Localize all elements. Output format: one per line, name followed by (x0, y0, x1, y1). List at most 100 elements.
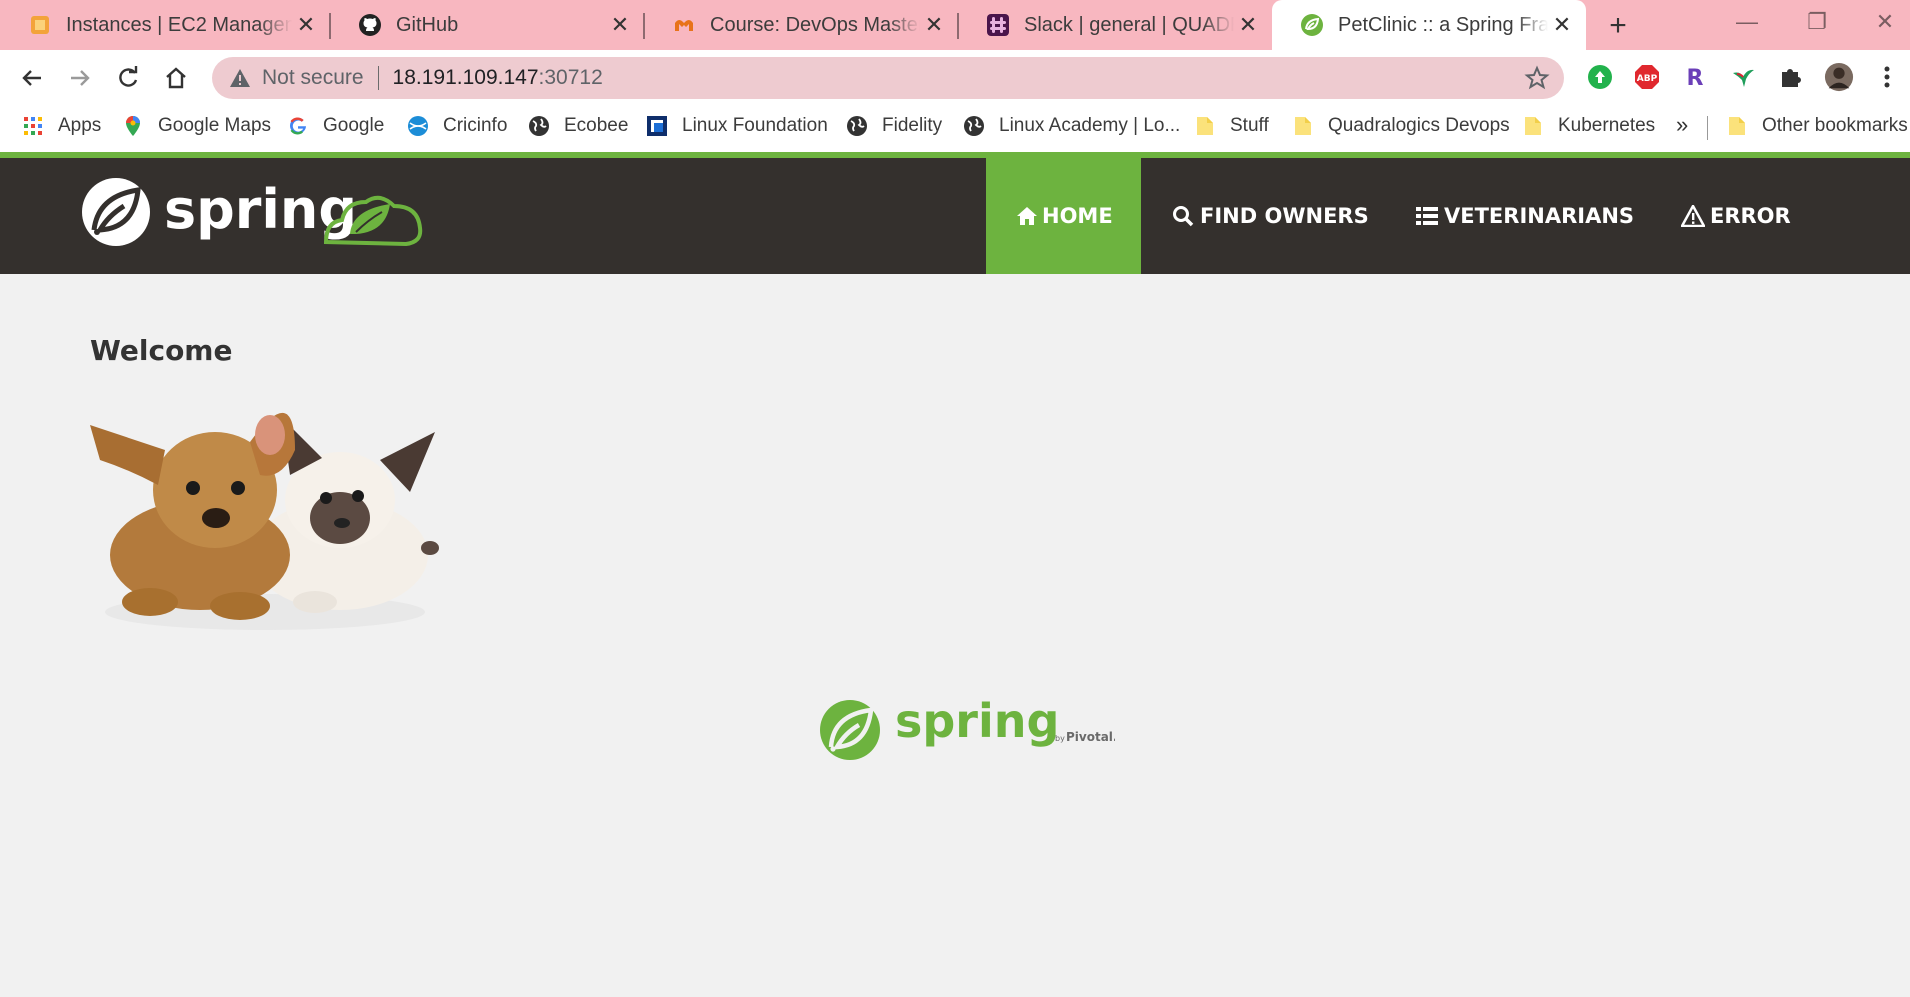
forward-button[interactable] (62, 60, 98, 96)
bookmark-google-maps[interactable]: Google Maps (122, 106, 271, 146)
globe-icon (528, 115, 550, 137)
linux-foundation-icon (646, 115, 668, 137)
reload-icon (119, 66, 138, 87)
bookmark-folder-kubernetes[interactable]: Kubernetes (1522, 106, 1655, 146)
bookmark-label: Fidelity (882, 115, 943, 136)
slack-icon (986, 13, 1010, 37)
address-bar[interactable]: Not secure 18.191.109.147:30712 (212, 57, 1564, 99)
browser-menu-icon[interactable] (1872, 62, 1902, 92)
footer-pivotal-text: Pivotal. (1066, 730, 1115, 744)
bookmark-other-bookmarks[interactable]: Other bookmarks (1726, 106, 1908, 146)
spring-petclinic-logo[interactable]: spring (80, 172, 430, 252)
extensions-puzzle-icon[interactable] (1776, 62, 1806, 92)
maps-pin-icon (122, 115, 144, 137)
tab-title: Slack | general | QUADRALOGICS (1024, 13, 1234, 36)
bookmark-label: Google (323, 115, 385, 136)
r-extension-icon[interactable]: R (1680, 62, 1710, 92)
home-button[interactable] (158, 60, 194, 96)
bookmark-star-icon[interactable] (1524, 65, 1550, 91)
tab-petclinic[interactable]: PetClinic :: a Spring Framework demonstr… (1272, 0, 1586, 50)
bookmarks-bar: Apps Google Maps Google Cricinfo Ecobee … (0, 106, 1910, 152)
bookmark-folder-quadralogics[interactable]: Quadralogics Devops (1292, 106, 1510, 146)
bookmark-label: Other bookmarks (1762, 115, 1908, 136)
forward-arrow-icon (71, 70, 90, 86)
bookmark-label: Linux Academy | Lo... (999, 115, 1181, 136)
tab-title: PetClinic :: a Spring Framework demonstr… (1338, 13, 1548, 36)
google-g-icon (287, 115, 309, 137)
restore-button[interactable]: ❐ (1782, 0, 1852, 44)
nav-error[interactable]: ERROR (1680, 158, 1791, 274)
tab-slack[interactable]: Slack | general | QUADRALOGICS ✕ (958, 0, 1272, 50)
tab-course[interactable]: Course: DevOps Master Architect ✕ (644, 0, 959, 50)
close-tab-icon[interactable]: ✕ (1234, 11, 1262, 39)
spring-leaf-icon (1300, 13, 1324, 37)
folder-icon (1726, 115, 1748, 137)
nav-find-owners[interactable]: FIND OWNERS (1170, 158, 1369, 274)
back-button[interactable] (14, 60, 50, 96)
nav-home[interactable]: HOME (986, 158, 1141, 274)
tab-title: GitHub (396, 13, 459, 36)
bookmark-folder-stuff[interactable]: Stuff (1194, 106, 1269, 146)
welcome-heading: Welcome (90, 334, 233, 367)
bookmarks-divider (1707, 116, 1708, 140)
nav-label: HOME (1042, 204, 1113, 228)
apps-grid-icon (22, 115, 44, 137)
home-outline-icon (166, 67, 186, 89)
close-tab-icon[interactable]: ✕ (606, 11, 634, 39)
footer-by-text: by (1055, 734, 1065, 743)
warning-triangle-icon[interactable] (228, 66, 252, 90)
back-arrow-icon (22, 70, 41, 86)
url-host[interactable]: 18.191.109.147 (393, 66, 539, 90)
bookmark-label: Quadralogics Devops (1328, 115, 1510, 136)
address-divider (377, 66, 379, 90)
github-icon (358, 13, 382, 37)
bookmark-ecobee[interactable]: Ecobee (528, 106, 628, 146)
reload-button[interactable] (110, 60, 146, 96)
tab-github[interactable]: GitHub ✕ (330, 0, 645, 50)
url-port[interactable]: :30712 (539, 66, 603, 90)
bookmark-label: Kubernetes (1558, 115, 1656, 136)
nav-label: VETERINARIANS (1444, 204, 1635, 228)
bookmark-label: Linux Foundation (682, 115, 828, 136)
bookmarks-overflow-button[interactable]: » (1676, 112, 1688, 138)
cricinfo-icon (407, 115, 429, 137)
close-tab-icon[interactable]: ✕ (292, 11, 320, 39)
footer-logo-text: spring (895, 695, 1059, 748)
bookmark-apps[interactable]: Apps (22, 106, 101, 146)
close-window-button[interactable]: ✕ (1850, 0, 1910, 44)
nav-label: FIND OWNERS (1200, 204, 1369, 228)
folder-icon (1194, 115, 1216, 137)
nav-label: ERROR (1710, 204, 1791, 228)
list-icon (1414, 203, 1440, 229)
globe-icon (846, 115, 868, 137)
svg-text:ABP: ABP (1637, 74, 1658, 84)
bookmark-label: Cricinfo (443, 115, 508, 136)
minimize-button[interactable]: — (1712, 0, 1782, 44)
bookmark-label: Apps (58, 115, 102, 136)
globe-icon (963, 115, 985, 137)
spring-by-pivotal-logo: spring by Pivotal. (815, 694, 1117, 765)
green-extension-icon[interactable] (1585, 62, 1615, 92)
warning-icon (1680, 203, 1706, 229)
bookmark-linux-foundation[interactable]: Linux Foundation (646, 106, 828, 146)
new-tab-button[interactable]: + (1600, 8, 1636, 44)
tab-title: Instances | EC2 Management Console (66, 13, 292, 36)
close-tab-icon[interactable]: ✕ (920, 11, 948, 39)
bookmark-label: Google Maps (158, 115, 272, 136)
home-icon (1016, 203, 1038, 229)
bookmark-cricinfo[interactable]: Cricinfo (407, 106, 507, 146)
bird-extension-icon[interactable] (1728, 62, 1758, 92)
svg-text:R: R (1687, 66, 1704, 91)
adblock-icon[interactable]: ABP (1632, 62, 1662, 92)
profile-avatar[interactable] (1824, 62, 1854, 92)
bookmark-label: Stuff (1230, 115, 1269, 136)
folder-icon (1292, 115, 1314, 137)
bookmark-fidelity[interactable]: Fidelity (846, 106, 942, 146)
security-label[interactable]: Not secure (262, 66, 364, 90)
nav-veterinarians[interactable]: VETERINARIANS (1414, 158, 1634, 274)
bookmark-google[interactable]: Google (287, 106, 384, 146)
close-tab-icon[interactable]: ✕ (1548, 11, 1576, 39)
bookmark-linux-academy[interactable]: Linux Academy | Lo... (963, 106, 1180, 146)
pets-image (90, 380, 440, 640)
tab-ec2[interactable]: Instances | EC2 Management Console ✕ (0, 0, 331, 50)
